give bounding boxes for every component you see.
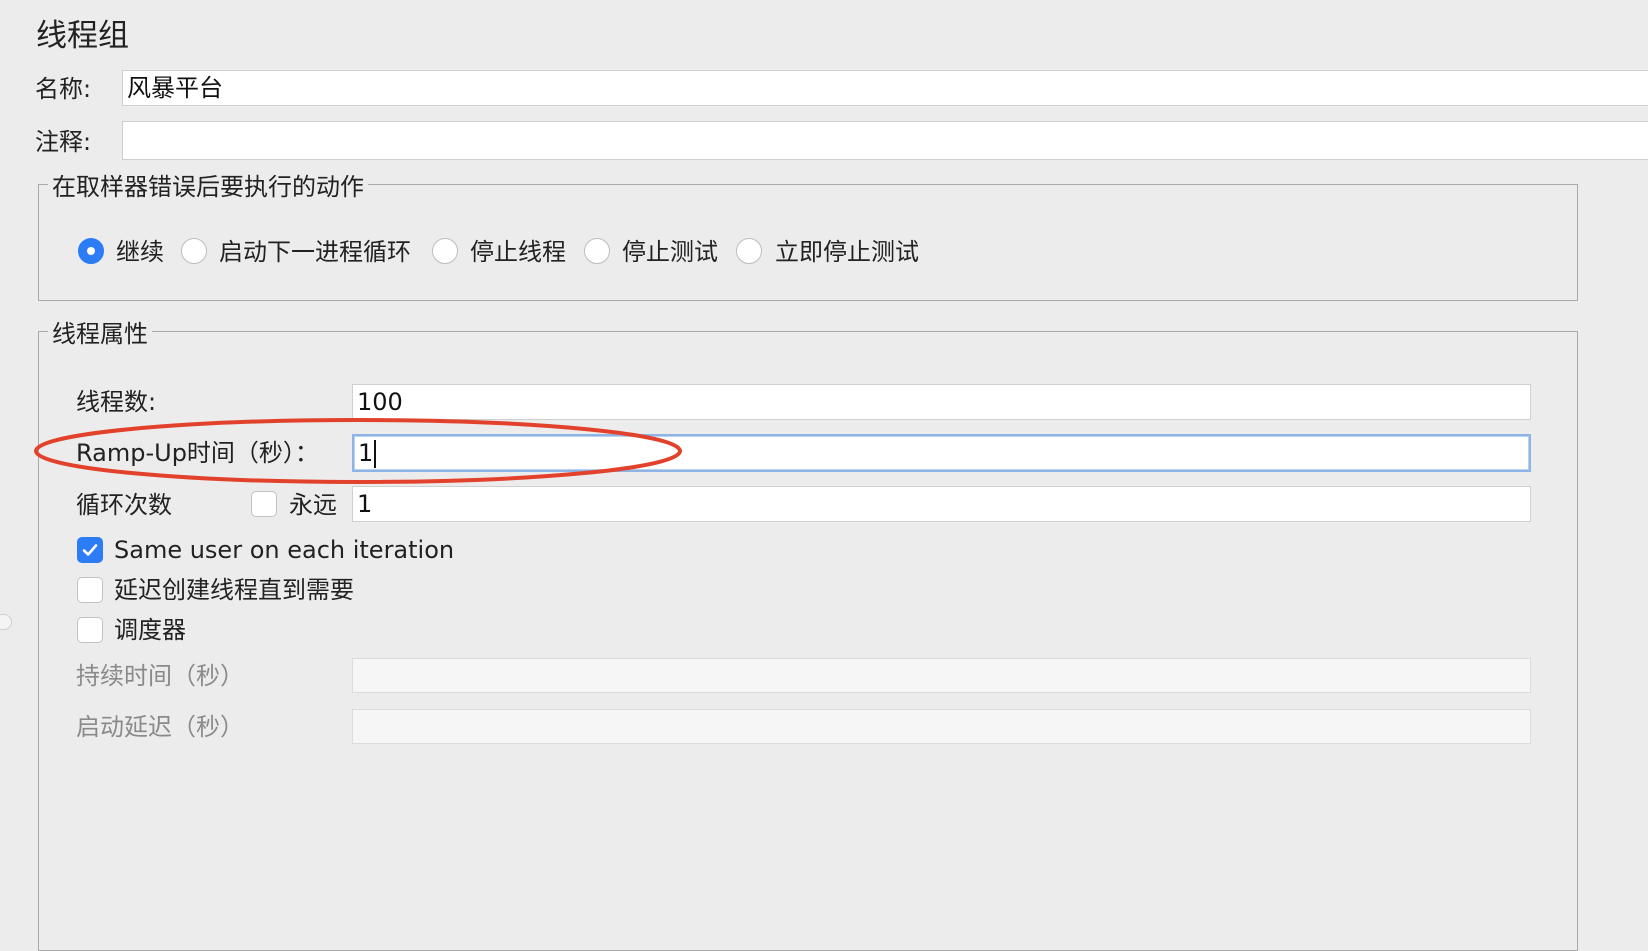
forever-label: 永远 <box>289 491 337 519</box>
scheduler-checkbox[interactable] <box>77 617 103 643</box>
checkmark-icon <box>82 544 98 556</box>
name-input[interactable]: 风暴平台 <box>122 70 1648 106</box>
radio-stop-thread[interactable] <box>432 238 458 264</box>
radio-continue-label: 继续 <box>116 238 164 266</box>
delay-create-label: 延迟创建线程直到需要 <box>114 576 354 604</box>
radio-start-next-loop-label: 启动下一进程循环 <box>219 238 411 266</box>
same-user-label: Same user on each iteration <box>114 536 455 564</box>
radio-start-next-loop[interactable] <box>181 238 207 264</box>
loop-count-label: 循环次数 <box>76 491 172 519</box>
comment-label: 注释: <box>35 128 92 156</box>
forever-checkbox[interactable] <box>251 491 277 517</box>
radio-stop-thread-label: 停止线程 <box>470 238 566 266</box>
scheduler-label: 调度器 <box>114 616 186 644</box>
error-action-legend: 在取样器错误后要执行的动作 <box>48 171 368 203</box>
radio-stop-test-now[interactable] <box>736 238 762 264</box>
annotation-ellipse <box>34 418 682 484</box>
startup-delay-label: 启动延迟（秒） <box>76 713 244 741</box>
delay-create-checkbox[interactable] <box>77 577 103 603</box>
comment-input[interactable] <box>122 121 1648 160</box>
radio-stop-test[interactable] <box>584 238 610 264</box>
splitter-handle[interactable] <box>0 614 12 630</box>
duration-input[interactable] <box>352 658 1531 693</box>
same-user-checkbox[interactable] <box>77 537 103 563</box>
thread-properties-legend: 线程属性 <box>48 318 152 350</box>
startup-delay-input[interactable] <box>352 709 1531 744</box>
page-title: 线程组 <box>36 18 129 54</box>
radio-stop-test-label: 停止测试 <box>622 238 718 266</box>
radio-stop-test-now-label: 立即停止测试 <box>775 238 919 266</box>
name-label: 名称: <box>35 75 92 103</box>
radio-continue[interactable] <box>78 238 104 264</box>
duration-label: 持续时间（秒） <box>76 662 244 690</box>
